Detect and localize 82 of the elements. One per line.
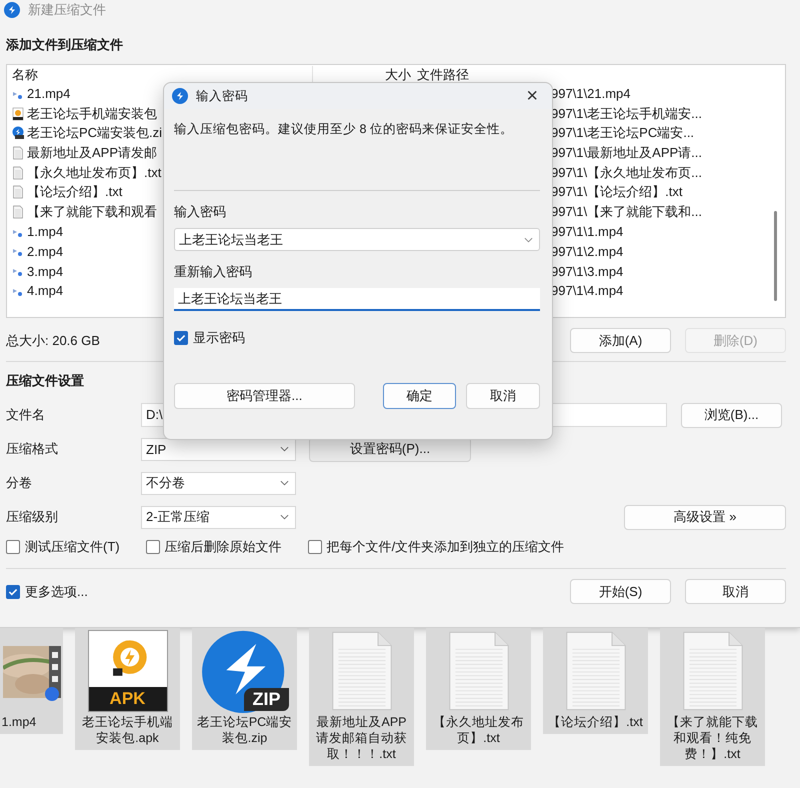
file-name: 1.mp4 xyxy=(2,714,38,730)
file-name[interactable]: 老王论坛PC端安装包.zi xyxy=(27,124,162,142)
apk-label: APK xyxy=(88,687,166,711)
desktop-file[interactable]: ZIP 老王论坛PC端安装包.zip xyxy=(192,628,297,750)
checkbox[interactable] xyxy=(6,584,20,598)
file-path: 997\1\2.mp4 xyxy=(551,244,624,259)
level-dropdown[interactable]: 2-正常压缩 xyxy=(141,506,296,528)
dialog-button[interactable]: 密码管理器... xyxy=(174,383,355,409)
file-path: 997\1\3.mp4 xyxy=(551,264,624,279)
file-name[interactable]: 4.mp4 xyxy=(27,283,64,298)
desktop-file[interactable]: 【论坛介绍】.txt xyxy=(543,628,648,734)
confirm-password-field[interactable]: 上老王论坛当老王 xyxy=(174,288,540,311)
checkbox[interactable] xyxy=(308,540,322,554)
file-name[interactable]: 1.mp4 xyxy=(27,224,64,240)
file-name[interactable]: 【来了就能下载和观看 xyxy=(27,202,157,221)
column-header[interactable]: 大小 xyxy=(385,66,411,84)
checkbox[interactable] xyxy=(146,540,160,554)
checkbox-label[interactable]: 更多选项... xyxy=(25,582,88,600)
app-logo-icon xyxy=(172,88,188,104)
checkbox[interactable] xyxy=(174,331,188,345)
checkbox-label[interactable]: 测试压缩文件(T) xyxy=(25,538,120,556)
desktop-file[interactable]: 最新地址及APP请发邮箱自动获取！！！.txt xyxy=(309,628,414,766)
text-file-icon xyxy=(11,146,25,160)
file-name[interactable]: 2.mp4 xyxy=(27,244,64,259)
section-heading: 添加文件到压缩文件 xyxy=(6,36,124,54)
scrollbar-thumb[interactable] xyxy=(774,211,777,301)
file-name[interactable]: 3.mp4 xyxy=(27,264,64,279)
checkbox[interactable] xyxy=(6,540,20,554)
column-header[interactable]: 文件路径 xyxy=(417,66,469,84)
file-path: 997\1\21.mp4 xyxy=(551,86,631,102)
browse-button[interactable]: 浏览(B)... xyxy=(681,402,782,428)
checkbox-label[interactable]: 压缩后删除原始文件 xyxy=(164,538,282,556)
dialog-button[interactable]: 取消 xyxy=(685,579,786,604)
desktop-file[interactable]: 1.mp4 xyxy=(0,628,63,734)
caret-icon xyxy=(524,236,533,242)
file-path: 997\1\1.mp4 xyxy=(551,224,624,240)
text-file-icon xyxy=(11,204,25,219)
window-title: 新建压缩文件 xyxy=(28,1,106,19)
field-label: 重新输入密码 xyxy=(174,263,253,281)
field-label: 压缩级别 xyxy=(6,508,59,526)
caret-icon xyxy=(280,446,289,452)
file-name: 【来了就能下载和观看！纯免费！】.txt xyxy=(666,714,759,762)
zip-file-icon xyxy=(11,126,25,140)
section-heading: 压缩文件设置 xyxy=(6,372,85,390)
file-action-button[interactable]: 添加(A) xyxy=(570,328,671,353)
caret-icon xyxy=(280,514,289,520)
field-label: 压缩格式 xyxy=(6,440,59,458)
desktop-file[interactable]: 【来了就能下载和观看！纯免费！】.txt xyxy=(660,628,765,766)
file-name: 老王论坛手机端安装包.apk xyxy=(81,714,174,746)
dialog-button[interactable]: 取消 xyxy=(466,383,540,409)
checkbox-label[interactable]: 把每个文件/文件夹添加到独立的压缩文件 xyxy=(326,538,564,556)
field-label: 输入密码 xyxy=(174,203,227,221)
total-size-text: 总大小: 20.6 GB xyxy=(6,332,100,350)
close-button[interactable]: × xyxy=(520,86,544,106)
apk-file-icon xyxy=(11,106,25,121)
file-name[interactable]: 【论坛介绍】.txt xyxy=(27,183,122,202)
caret-icon xyxy=(280,480,289,486)
text-file-icon xyxy=(11,166,25,180)
checkmark-icon xyxy=(175,332,187,344)
file-name: 【论坛介绍】.txt xyxy=(547,714,644,730)
file-name[interactable]: 老王论坛手机端安装包 xyxy=(27,104,157,123)
zip-label: ZIP xyxy=(244,688,288,711)
file-name[interactable]: 【永久地址发布页】.txt xyxy=(27,164,162,182)
file-name: 【永久地址发布页】.txt xyxy=(432,714,525,746)
desktop-file[interactable]: APK 老王论坛手机端安装包.apk xyxy=(75,628,180,750)
file-name[interactable]: 最新地址及APP请发邮 xyxy=(27,144,158,162)
field-label: 文件名 xyxy=(6,406,46,424)
description-text: 输入压缩包密码。建议使用至少 8 位的密码来保证安全性。 xyxy=(174,121,514,138)
file-name: 最新地址及APP请发邮箱自动获取！！！.txt xyxy=(315,714,408,762)
dialog-title: 输入密码 xyxy=(196,88,248,104)
file-name[interactable]: 21.mp4 xyxy=(27,86,70,102)
file-path: 997\1\4.mp4 xyxy=(551,283,624,298)
dialog-button[interactable]: 开始(S) xyxy=(570,579,671,604)
desktop-file[interactable]: 【永久地址发布页】.txt xyxy=(426,628,531,750)
file-name: 老王论坛PC端安装包.zip xyxy=(196,714,294,746)
field-label: 分卷 xyxy=(6,474,33,492)
text-file-icon xyxy=(11,185,25,200)
split-dropdown[interactable]: 不分卷 xyxy=(141,472,296,494)
dialog-button[interactable]: 确定 xyxy=(382,383,456,409)
checkbox-label[interactable]: 显示密码 xyxy=(193,329,245,347)
password-field[interactable]: 上老王论坛当老王 xyxy=(174,228,540,251)
advanced-settings-button[interactable]: 高级设置 » xyxy=(624,504,786,530)
